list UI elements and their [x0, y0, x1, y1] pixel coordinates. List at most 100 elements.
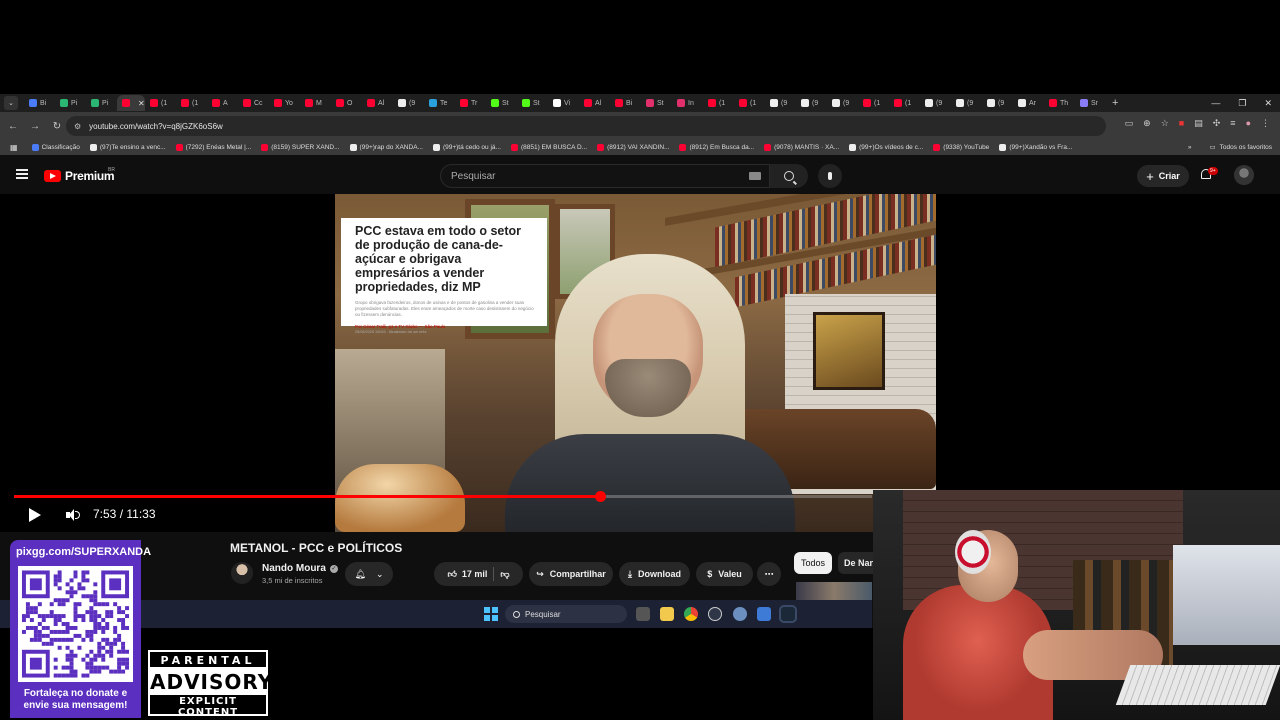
browser-tab[interactable]: (9	[765, 95, 796, 111]
browser-tab[interactable]: (9	[951, 95, 982, 111]
channel-name-text[interactable]: Nando Moura	[262, 563, 326, 574]
browser-tab[interactable]: M	[300, 95, 331, 111]
back-arrow-icon[interactable]: ←	[2, 121, 24, 132]
close-window-icon[interactable]: ✕	[1264, 98, 1272, 109]
browser-tab[interactable]: Al	[579, 95, 610, 111]
bookmark-item[interactable]: (8851) EM BUSCA D...	[510, 144, 587, 151]
channel-name[interactable]: Nando Moura ✓	[262, 563, 338, 574]
volume-icon[interactable]	[66, 508, 80, 522]
bookmark-item[interactable]: (9338) YouTube	[933, 144, 989, 151]
snipping-tool-icon[interactable]	[757, 607, 771, 621]
url-text[interactable]: youtube.com/watch?v=q8jGZK6oS6w	[89, 122, 223, 131]
browser-tab[interactable]: St	[486, 95, 517, 111]
browser-tab[interactable]: Sr	[1075, 95, 1106, 111]
browser-tab[interactable]: In	[672, 95, 703, 111]
bookmark-item[interactable]: (99+)Os vídeos de c...	[849, 144, 923, 151]
browser-tab[interactable]: (1	[858, 95, 889, 111]
browser-tab[interactable]: Te	[424, 95, 455, 111]
reload-icon[interactable]: ↻	[46, 121, 68, 132]
puzzle-extensions-icon[interactable]: ✣	[1213, 118, 1221, 129]
browser-tab[interactable]: Ar	[1013, 95, 1044, 111]
bookmark-item[interactable]: (97)Te ensino a venc...	[89, 144, 166, 151]
file-explorer-icon[interactable]	[660, 607, 674, 621]
minimize-icon[interactable]: —	[1211, 98, 1220, 108]
browser-tab[interactable]: St	[517, 95, 548, 111]
bookmark-item[interactable]: (8159) SUPER XAND...	[261, 144, 340, 151]
bookmark-item[interactable]: (99+)Xandão vs Fra...	[999, 144, 1072, 151]
profile-avatar-icon[interactable]: ●	[1246, 118, 1251, 129]
extension-red-icon[interactable]: ■	[1179, 118, 1184, 129]
bookmark-item[interactable]: (8912) Em Busca da...	[679, 144, 754, 151]
thumbs-down-icon[interactable]: 👎︎	[500, 569, 509, 580]
browser-tab[interactable]: (9	[982, 95, 1013, 111]
address-bar[interactable]: ⚙ youtube.com/watch?v=q8jGZK6oS6w	[66, 116, 1106, 136]
app-icon[interactable]	[708, 607, 722, 621]
chip-all[interactable]: Todos	[794, 552, 832, 574]
browser-tab[interactable]: (1	[889, 95, 920, 111]
apps-grid-icon[interactable]: ▦	[10, 143, 18, 152]
browser-tab[interactable]: (9	[920, 95, 951, 111]
tab-search-button[interactable]: ⌄	[4, 96, 18, 110]
task-view-icon[interactable]	[636, 607, 650, 621]
taskbar-search[interactable]: Pesquisar	[505, 605, 627, 623]
channel-avatar[interactable]	[231, 562, 253, 584]
account-avatar[interactable]	[1234, 165, 1254, 185]
browser-tab[interactable]: (9	[827, 95, 858, 111]
browser-tab[interactable]: ✕	[117, 95, 145, 111]
settings-gear-icon[interactable]	[733, 607, 747, 621]
maximize-icon[interactable]: ❐	[1238, 98, 1246, 109]
site-info-icon[interactable]: ⚙	[74, 122, 81, 131]
search-button[interactable]	[770, 164, 808, 188]
bookmark-item[interactable]: (99+)tá cedo ou já...	[432, 144, 501, 151]
chip-channel[interactable]: De Nan	[838, 552, 878, 574]
bookmark-item[interactable]: (9078) MANTIS · XA...	[764, 144, 839, 151]
browser-tab[interactable]: Bi	[24, 95, 55, 111]
forward-arrow-icon[interactable]: →	[24, 121, 46, 132]
browser-menu-icon[interactable]: ⋮	[1261, 118, 1270, 129]
video-player[interactable]: PCC estava em todo o setor de produção d…	[0, 194, 1280, 532]
browser-tab[interactable]: (9	[796, 95, 827, 111]
media-controls-icon[interactable]: ≡	[1230, 118, 1235, 129]
more-actions-button[interactable]: ⋯	[757, 562, 781, 586]
bookmark-item[interactable]: Classificação	[31, 144, 80, 151]
bookmark-item[interactable]: (7292) Enéas Metal |...	[175, 144, 251, 151]
keyboard-icon[interactable]	[749, 172, 761, 180]
browser-tab[interactable]: O	[331, 95, 362, 111]
bookmark-star-icon[interactable]: ☆	[1161, 118, 1169, 129]
chrome-icon[interactable]	[684, 607, 698, 621]
progress-bar[interactable]	[14, 491, 872, 502]
browser-tab[interactable]: (1	[734, 95, 765, 111]
zoom-icon[interactable]: ⊕	[1143, 118, 1151, 129]
windows-start-icon[interactable]	[484, 607, 498, 621]
bookmark-item[interactable]: (99+)rap do XANDÃ...	[349, 144, 423, 151]
play-icon[interactable]	[29, 508, 41, 522]
youtube-premium-logo[interactable]: Premium	[44, 169, 115, 183]
thanks-button[interactable]: $ Valeu	[696, 562, 753, 586]
bookmark-item[interactable]: (8912) VAI XANDIN...	[597, 144, 669, 151]
browser-tab[interactable]: Al	[362, 95, 393, 111]
new-tab-button[interactable]: +	[1112, 97, 1118, 109]
browser-tab[interactable]: Pi	[55, 95, 86, 111]
browser-tab[interactable]: Cc	[238, 95, 269, 111]
browser-tab[interactable]: Vi	[548, 95, 579, 111]
share-button[interactable]: ↪ Compartilhar	[529, 562, 613, 586]
recommended-video-thumbnail[interactable]	[796, 582, 872, 602]
voice-search-button[interactable]	[818, 164, 842, 188]
steam-icon[interactable]	[779, 605, 797, 623]
download-button[interactable]: ⤓ Download	[619, 562, 690, 586]
all-bookmarks-label[interactable]: Todos os favoritos	[1220, 144, 1272, 151]
create-button[interactable]: + Criar	[1137, 165, 1189, 187]
all-bookmarks[interactable]: » ▭ Todos os favoritos	[1188, 143, 1272, 152]
browser-tab[interactable]: (1	[145, 95, 176, 111]
browser-tab[interactable]: A	[207, 95, 238, 111]
video-frame[interactable]: PCC estava em todo o setor de produção d…	[335, 194, 936, 532]
browser-tab[interactable]: Th	[1044, 95, 1075, 111]
extension-icon[interactable]: ▤	[1194, 118, 1203, 129]
progress-scrubber-handle[interactable]	[594, 491, 606, 502]
browser-tab[interactable]: (9	[393, 95, 424, 111]
chevron-more-icon[interactable]: »	[1188, 144, 1192, 151]
cast-icon[interactable]: ▭	[1125, 118, 1134, 129]
browser-tab[interactable]: Yo	[269, 95, 300, 111]
browser-tab[interactable]: Tr	[455, 95, 486, 111]
browser-tab[interactable]: St	[641, 95, 672, 111]
